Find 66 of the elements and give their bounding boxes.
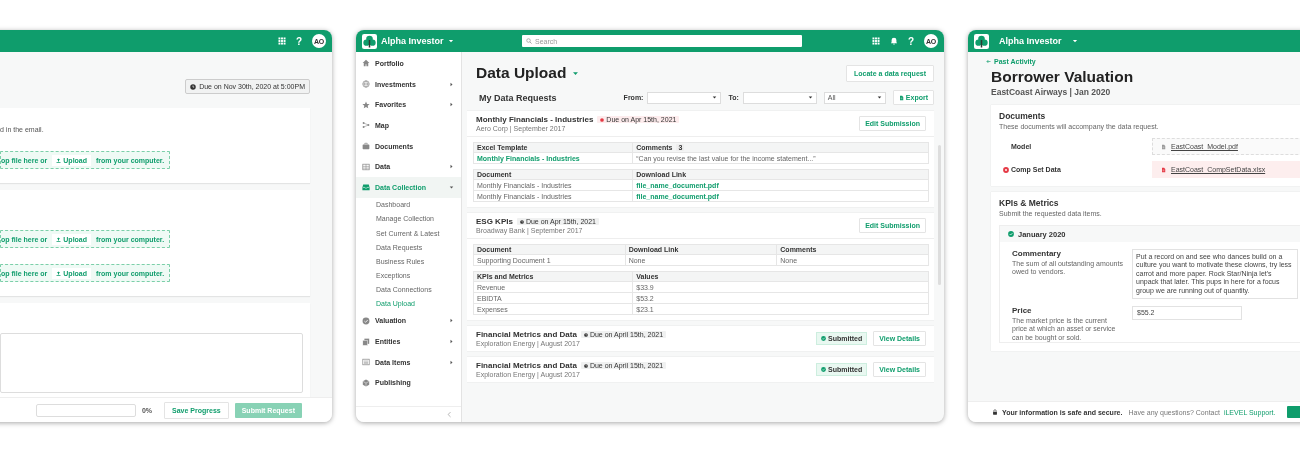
page-title: Data Upload (476, 64, 567, 82)
table-icon (362, 162, 370, 171)
clock-icon (583, 332, 588, 337)
caret-icon (807, 95, 813, 100)
check-circle-icon (362, 316, 370, 325)
app-name[interactable]: Alpha Investor (381, 36, 444, 46)
card-title: Documents (999, 111, 1047, 121)
stack-icon (362, 337, 370, 346)
comment-field[interactable] (0, 333, 303, 393)
logo-icon[interactable] (974, 33, 989, 49)
dropdown-field[interactable] (647, 91, 722, 104)
caret-icon (449, 184, 454, 190)
star-icon (362, 100, 370, 109)
page-title: Borrower Valuation (991, 68, 1134, 86)
clock-icon (519, 219, 524, 224)
arrow-left-icon (986, 59, 991, 64)
check-circle-icon (1008, 231, 1014, 237)
card-title: KPIs & Metrics (999, 198, 1060, 208)
chevron-right-icon (449, 164, 454, 170)
document-icon (1161, 166, 1166, 173)
upload-icon (56, 270, 62, 276)
check-circle-icon (821, 336, 827, 341)
chevron-right-icon (449, 359, 454, 365)
card-title: ESG KPIs (476, 217, 513, 226)
cube-icon (362, 378, 370, 387)
network-icon (362, 121, 370, 130)
card-title: Monthly Financials - Industries (476, 115, 594, 124)
document-icon (1161, 143, 1166, 150)
field-label: Commentary (1012, 249, 1062, 258)
upload-icon (56, 157, 62, 163)
card-title: Financial Metrics and Data (476, 330, 577, 339)
app-name[interactable]: Alpha Investor (999, 36, 1062, 46)
status-dot-icon (600, 117, 605, 122)
chevron-right-icon (449, 102, 454, 108)
tray-icon (362, 183, 370, 192)
help-icon[interactable]: ? (907, 35, 914, 47)
home-icon (362, 59, 370, 68)
briefcase-icon (362, 142, 370, 151)
help-icon[interactable]: ? (295, 35, 302, 47)
upload-icon (56, 236, 62, 242)
error-icon (1003, 166, 1009, 173)
section-title: My Data Requests (479, 92, 557, 103)
globe-icon (362, 80, 370, 89)
card-title: Financial Metrics and Data (476, 361, 577, 370)
caret-icon[interactable] (447, 38, 454, 44)
lock-icon (992, 409, 998, 415)
caret-icon (712, 95, 718, 100)
dropdown-field[interactable] (742, 91, 817, 104)
apps-grid-icon[interactable] (871, 37, 880, 45)
field-label: Price (1012, 305, 1033, 315)
chevron-right-icon (449, 339, 454, 345)
document-icon (898, 94, 904, 101)
logo-icon[interactable] (362, 33, 377, 49)
caret-icon[interactable] (572, 69, 580, 77)
search-icon (526, 38, 532, 44)
chevron-right-icon (449, 81, 454, 87)
apps-grid-icon[interactable] (277, 37, 286, 45)
page-subtitle: EastCoast Airways | Jan 2020 (991, 87, 1111, 97)
list-icon (362, 358, 370, 367)
bell-icon[interactable] (889, 37, 898, 45)
caret-icon[interactable] (1071, 38, 1078, 44)
clock-icon (583, 363, 588, 368)
chevron-right-icon (449, 318, 454, 324)
clock-icon (190, 83, 197, 90)
caret-icon (876, 95, 882, 100)
check-circle-icon (821, 367, 827, 372)
